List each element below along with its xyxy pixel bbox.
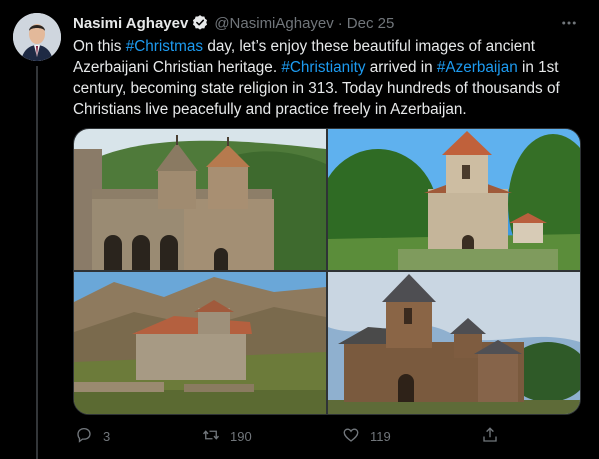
like-count: 119 <box>370 428 391 444</box>
verified-badge-icon <box>191 14 209 32</box>
separator-dot: · <box>337 14 343 32</box>
photo-monastery-stone-arches[interactable] <box>74 129 326 270</box>
photo-monastery-tower[interactable] <box>328 272 580 414</box>
hashtag-azerbaijan[interactable]: #Azerbaijan <box>437 59 518 76</box>
heart-icon <box>342 426 360 447</box>
share-button[interactable] <box>481 424 499 448</box>
author-handle[interactable]: @NasimiAghayev <box>214 15 333 32</box>
avatar[interactable] <box>13 13 61 61</box>
more-horizontal-icon[interactable] <box>559 14 579 32</box>
tweet-text-segment: On this <box>73 38 126 55</box>
tweet-actions: 3 190 119 <box>73 424 503 448</box>
thread-line <box>36 66 38 459</box>
author-name[interactable]: Nasimi Aghayev <box>73 15 188 32</box>
retweet-count: 190 <box>230 428 252 444</box>
retweet-icon <box>202 426 220 447</box>
retweet-button[interactable]: 190 <box>202 424 252 448</box>
photo-church-mountain-valley[interactable] <box>74 272 326 414</box>
photo-church-red-dome[interactable] <box>328 129 580 270</box>
tweet-text: On this #Christmas day, let’s enjoy thes… <box>73 36 583 120</box>
like-button[interactable]: 119 <box>342 424 391 448</box>
tweet-header: Nasimi Aghayev @NasimiAghayev · Dec 25 <box>73 13 579 33</box>
tweet-text-segment: arrived in <box>365 59 437 76</box>
hashtag-christmas[interactable]: #Christmas <box>126 38 203 55</box>
reply-button[interactable]: 3 <box>75 424 110 448</box>
media-grid <box>73 128 581 415</box>
tweet-timestamp[interactable]: Dec 25 <box>347 15 395 32</box>
hashtag-christianity[interactable]: #Christianity <box>281 59 365 76</box>
share-icon <box>481 426 499 447</box>
reply-count: 3 <box>103 428 111 444</box>
reply-icon <box>75 426 93 447</box>
